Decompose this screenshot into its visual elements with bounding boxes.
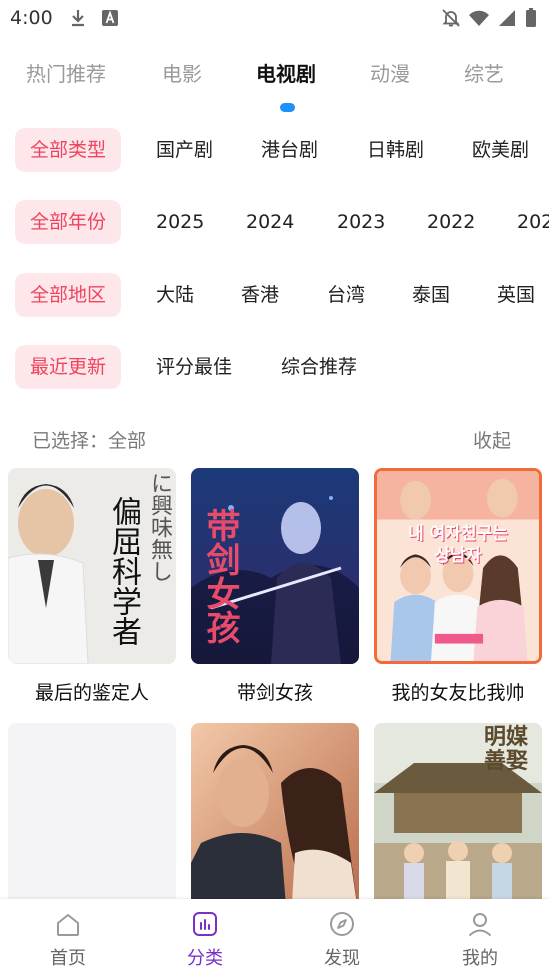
nav-item-category[interactable]: 分类 bbox=[165, 909, 245, 970]
filter-chip-western[interactable]: 欧美剧 bbox=[472, 128, 529, 172]
poster-caption-main: 带剑女孩 bbox=[200, 508, 240, 644]
poster-text: 善娶 bbox=[483, 748, 528, 774]
selected-filters-text: 已选择：全部 bbox=[32, 430, 147, 452]
poster-text: 带剑 bbox=[200, 508, 240, 576]
home-icon bbox=[57, 914, 79, 936]
poster-text: 科学者 bbox=[106, 556, 141, 646]
status-time: 4:00 bbox=[10, 7, 53, 29]
category-icon bbox=[193, 912, 217, 936]
filter-chip-all-regions[interactable]: 全部地区 bbox=[15, 273, 122, 317]
filter-row-region: 全部地区 大陆 香港 台湾 泰国 英国 bbox=[0, 273, 549, 319]
filter-chip-mainland[interactable]: 大陆 bbox=[156, 273, 194, 317]
sort-chip-top-rated[interactable]: 评分最佳 bbox=[156, 345, 232, 389]
poster-image[interactable]: 내 여자친구는 상남자 bbox=[374, 468, 542, 664]
poster-caption-main: 明媒 善娶 bbox=[484, 725, 528, 773]
filter-chip-uk[interactable]: 英国 bbox=[497, 273, 535, 317]
nav-label: 发现 bbox=[324, 948, 360, 969]
show-card[interactable]: 带剑女孩 带剑女孩 bbox=[191, 468, 359, 705]
filter-row-year: 全部年份 2025 2024 2023 2022 202 bbox=[0, 200, 549, 246]
filter-chip-hk-tw[interactable]: 港台剧 bbox=[261, 128, 318, 172]
nav-item-home[interactable]: 首页 bbox=[28, 909, 108, 970]
filter-chip-year-2025[interactable]: 2025 bbox=[156, 200, 204, 244]
filter-row-sort: 最近更新 评分最佳 综合推荐 bbox=[0, 345, 549, 391]
nav-label: 我的 bbox=[462, 948, 498, 969]
tab-variety[interactable]: 综艺 bbox=[464, 58, 504, 87]
filter-chip-year-partial[interactable]: 202 bbox=[517, 200, 549, 244]
show-card[interactable]: 明媒 善娶 bbox=[374, 723, 542, 919]
selected-filters-bar: 已选择：全部 收起 bbox=[0, 426, 549, 456]
show-title[interactable]: 我的女友比我帅 bbox=[374, 678, 542, 705]
filter-chip-domestic[interactable]: 国产剧 bbox=[156, 128, 213, 172]
poster-text: に興味 bbox=[147, 472, 172, 538]
filter-chip-thailand[interactable]: 泰国 bbox=[412, 273, 450, 317]
notifications-off-icon bbox=[442, 9, 460, 27]
poster-text: 내 여자친구는 bbox=[408, 524, 508, 544]
show-title[interactable]: 最后的鉴定人 bbox=[8, 678, 176, 705]
font-icon bbox=[102, 10, 118, 26]
poster-text: 明媒 bbox=[483, 724, 528, 750]
show-card[interactable]: 偏屈科学者 に興味無し 最后的鉴定人 bbox=[8, 468, 176, 705]
filter-chip-all-types[interactable]: 全部类型 bbox=[15, 128, 122, 172]
battery-icon bbox=[526, 8, 536, 27]
show-card[interactable]: 내 여자친구는 상남자 我的女友比我帅 bbox=[374, 468, 542, 705]
wifi-icon bbox=[469, 10, 489, 26]
download-icon bbox=[72, 10, 84, 27]
status-bar: 4:00 bbox=[0, 0, 549, 38]
poster-text: 女孩 bbox=[200, 576, 240, 644]
nav-label: 分类 bbox=[187, 948, 223, 969]
tab-hot[interactable]: 热门推荐 bbox=[26, 58, 106, 87]
poster-caption-main: 偏屈科学者 bbox=[106, 496, 141, 646]
nav-item-profile[interactable]: 我的 bbox=[440, 909, 520, 970]
show-title[interactable]: 带剑女孩 bbox=[191, 678, 359, 705]
poster-text: 偏屈 bbox=[106, 496, 141, 556]
active-tab-indicator bbox=[280, 103, 295, 112]
nav-label: 首页 bbox=[50, 948, 86, 969]
bottom-navigation: 首页 分类 发现 我的 bbox=[0, 899, 549, 976]
filter-chip-hongkong[interactable]: 香港 bbox=[241, 273, 279, 317]
poster-image[interactable]: 偏屈科学者 に興味無し bbox=[8, 468, 176, 664]
category-tabs: 热门推荐 电影 电视剧 动漫 综艺 bbox=[0, 58, 549, 98]
filter-row-type: 全部类型 国产剧 港台剧 日韩剧 欧美剧 bbox=[0, 128, 549, 174]
poster-image[interactable]: 明媒 善娶 bbox=[374, 723, 542, 919]
sort-chip-recommended[interactable]: 综合推荐 bbox=[281, 345, 357, 389]
poster-image[interactable]: 带剑女孩 bbox=[191, 468, 359, 664]
poster-caption-side: に興味無し bbox=[146, 472, 172, 582]
poster-text: 無し bbox=[147, 538, 172, 582]
collapse-button[interactable]: 收起 bbox=[473, 426, 511, 453]
poster-placeholder[interactable] bbox=[8, 723, 176, 919]
show-card[interactable] bbox=[191, 723, 359, 919]
sort-chip-recent[interactable]: 最近更新 bbox=[15, 345, 122, 389]
tab-anime[interactable]: 动漫 bbox=[370, 58, 410, 87]
filter-chip-year-2024[interactable]: 2024 bbox=[246, 200, 294, 244]
show-card[interactable] bbox=[8, 723, 176, 919]
poster-image[interactable] bbox=[191, 723, 359, 919]
filter-chip-taiwan[interactable]: 台湾 bbox=[327, 273, 365, 317]
signal-icon bbox=[499, 10, 515, 26]
tab-tv-series[interactable]: 电视剧 bbox=[256, 58, 316, 87]
filter-chip-all-years[interactable]: 全部年份 bbox=[15, 200, 122, 244]
tab-movies[interactable]: 电影 bbox=[162, 58, 202, 87]
compass-icon bbox=[330, 912, 354, 936]
poster-caption-main: 내 여자친구는 상남자 bbox=[377, 523, 539, 567]
filter-chip-year-2022[interactable]: 2022 bbox=[427, 200, 475, 244]
user-icon bbox=[469, 913, 491, 936]
filter-chip-year-2023[interactable]: 2023 bbox=[337, 200, 385, 244]
nav-item-discover[interactable]: 发现 bbox=[302, 909, 382, 970]
filter-chip-jp-kr[interactable]: 日韩剧 bbox=[367, 128, 424, 172]
poster-text: 상남자 bbox=[434, 546, 482, 566]
